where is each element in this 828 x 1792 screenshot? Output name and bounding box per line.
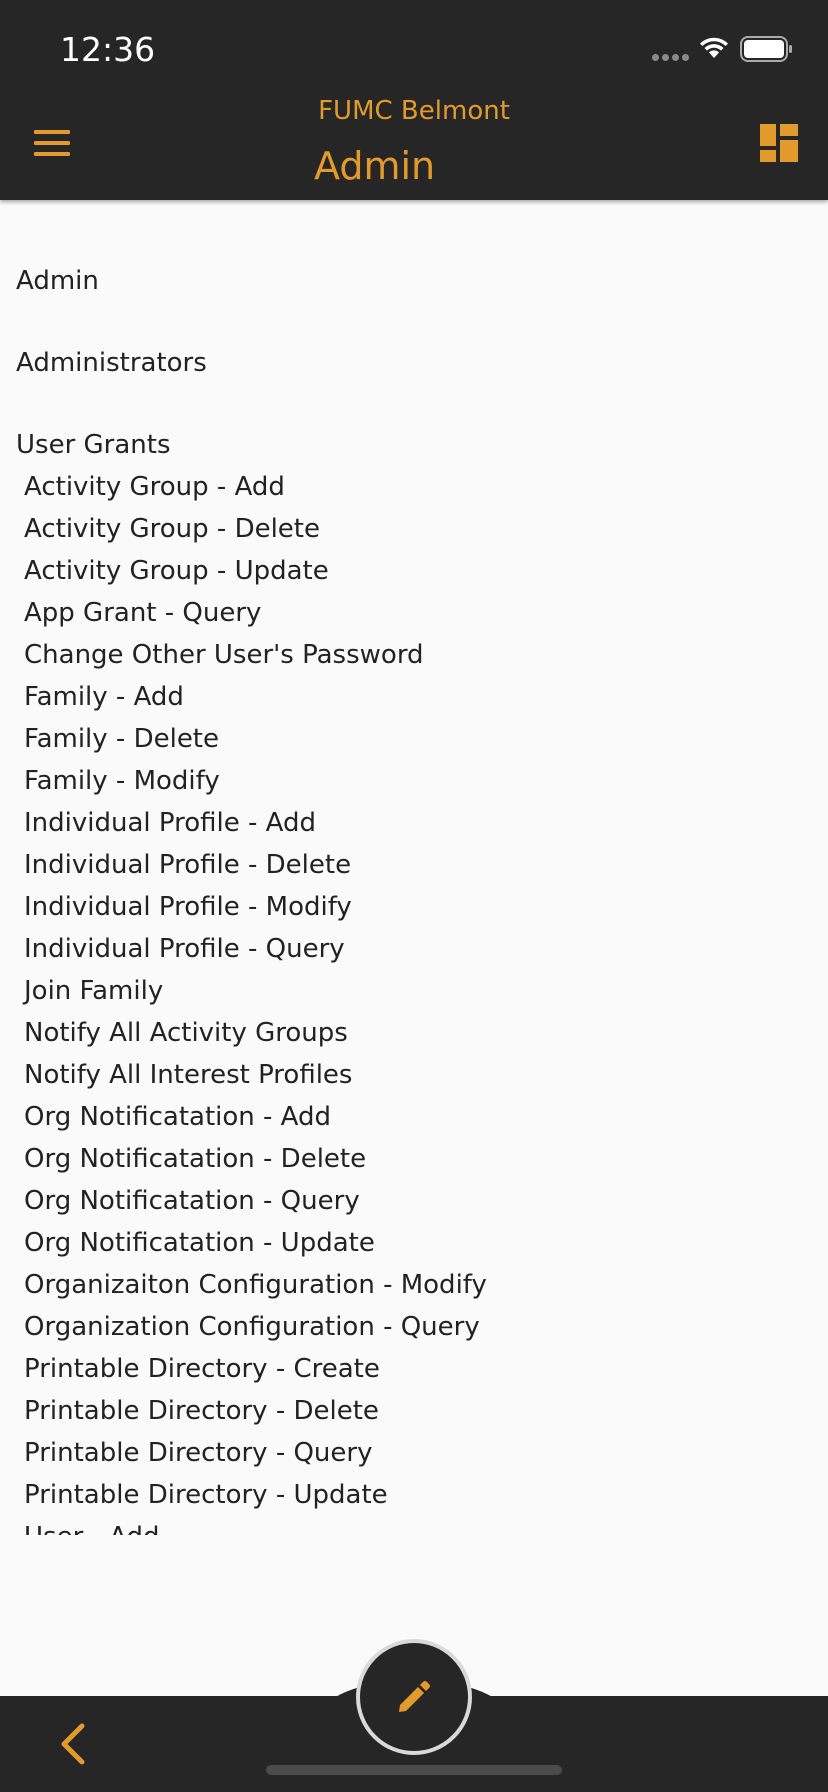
top-app-bar: 12:36 FUMC Belmont Admin — [0, 0, 828, 200]
cellular-signal-icon — [652, 54, 689, 61]
dashboard-grid-icon[interactable] — [760, 124, 798, 162]
edit-button[interactable] — [356, 1639, 472, 1755]
grant-list-item[interactable]: Family - Modify — [24, 760, 487, 802]
grant-list-item[interactable]: Individual Profile - Modify — [24, 886, 487, 928]
grant-list-item[interactable]: Organization Configuration - Query — [24, 1306, 487, 1348]
grant-list-item[interactable]: Family - Add — [24, 676, 487, 718]
status-time: 12:36 — [60, 30, 156, 69]
battery-icon — [740, 36, 792, 62]
home-indicator — [266, 1765, 562, 1775]
grant-list-item[interactable]: Activity Group - Update — [24, 550, 487, 592]
grant-list-item[interactable]: User - Add — [24, 1516, 487, 1535]
grant-list-item[interactable]: Family - Delete — [24, 718, 487, 760]
grant-list-item[interactable]: Printable Directory - Update — [24, 1474, 487, 1516]
grant-list-item[interactable]: Notify All Activity Groups — [24, 1012, 487, 1054]
hamburger-menu-icon[interactable] — [34, 128, 74, 160]
grant-list-item[interactable]: Org Notificatation - Add — [24, 1096, 487, 1138]
grant-list-item[interactable]: App Grant - Query — [24, 592, 487, 634]
grant-list-item[interactable]: Printable Directory - Delete — [24, 1390, 487, 1432]
grant-list-item[interactable]: Individual Profile - Delete — [24, 844, 487, 886]
grant-list-item[interactable]: Printable Directory - Create — [24, 1348, 487, 1390]
grant-list-item[interactable]: Org Notificatation - Delete — [24, 1138, 487, 1180]
grant-list-item[interactable]: Org Notificatation - Query — [24, 1180, 487, 1222]
grant-list-item[interactable]: Activity Group - Add — [24, 466, 487, 508]
user-grants-list: Activity Group - Add Activity Group - Del… — [24, 466, 487, 1535]
grant-list-item[interactable]: Notify All Interest Profiles — [24, 1054, 487, 1096]
grant-list-item[interactable]: Org Notificatation - Update — [24, 1222, 487, 1264]
organization-name: FUMC Belmont — [318, 96, 510, 126]
grant-list-item[interactable]: Activity Group - Delete — [24, 508, 487, 550]
grants-scroll-area[interactable]: Activity Group - Add Activity Group - Del… — [0, 200, 828, 1535]
grant-list-item[interactable]: Join Family — [24, 970, 487, 1012]
pencil-icon — [399, 1681, 430, 1712]
grant-list-item[interactable]: Individual Profile - Add — [24, 802, 487, 844]
page-title: Admin — [314, 144, 436, 188]
grant-list-item[interactable]: Printable Directory - Query — [24, 1432, 487, 1474]
grant-list-item[interactable]: Change Other User's Password — [24, 634, 487, 676]
wifi-icon — [700, 37, 728, 58]
chevron-left-icon[interactable] — [56, 1722, 90, 1766]
grant-list-item[interactable]: Organizaiton Configuration - Modify — [24, 1264, 487, 1306]
grant-list-item[interactable]: Individual Profile - Query — [24, 928, 487, 970]
